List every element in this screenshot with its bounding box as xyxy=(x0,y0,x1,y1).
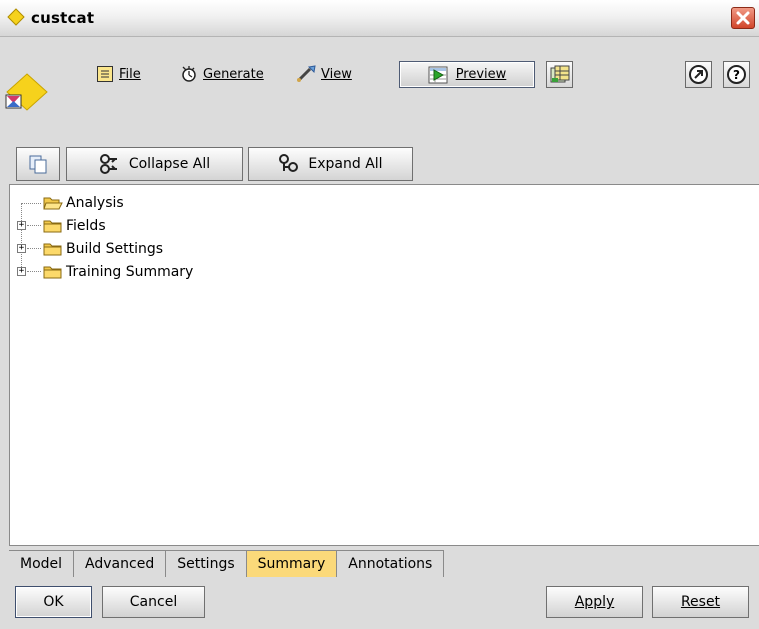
view-icon xyxy=(296,65,316,83)
reset-label: Reset xyxy=(680,594,721,610)
window-title: custcat xyxy=(31,9,95,27)
help-icon: ? xyxy=(727,65,746,84)
file-menu-label: File xyxy=(119,66,141,82)
tab-model[interactable]: Model xyxy=(9,551,75,577)
tree-item-label: Analysis xyxy=(66,195,124,211)
copy-icon xyxy=(29,155,47,174)
dialog-window: custcat File Generate View Preview ? Col… xyxy=(0,0,759,629)
help-button[interactable]: ? xyxy=(723,61,750,88)
generate-icon xyxy=(182,66,196,82)
table-output-icon xyxy=(550,65,569,82)
collapse-all-icon xyxy=(99,154,117,174)
close-button[interactable] xyxy=(731,7,755,29)
apply-button[interactable]: Apply xyxy=(546,586,643,618)
tree-item-label: Fields xyxy=(66,218,106,234)
toolbar-area: File Generate View Preview ? Collapse Al… xyxy=(0,37,759,181)
close-icon xyxy=(736,11,750,25)
tree-item-fields[interactable]: Fields xyxy=(10,215,310,237)
tab-label: Annotations xyxy=(348,556,433,572)
expand-all-button[interactable]: Expand All xyxy=(248,147,413,181)
preview-icon xyxy=(428,66,448,83)
title-bar[interactable]: custcat xyxy=(0,0,759,37)
tree-item-label: Training Summary xyxy=(66,264,194,280)
tab-label: Summary xyxy=(257,556,326,572)
expand-all-icon xyxy=(279,154,299,172)
view-menu[interactable]: View xyxy=(296,61,352,87)
tab-advanced[interactable]: Advanced xyxy=(74,551,167,577)
reset-button[interactable]: Reset xyxy=(652,586,749,618)
tab-label: Model xyxy=(20,556,63,572)
copy-button[interactable] xyxy=(16,147,60,181)
apply-label: Apply xyxy=(574,594,615,610)
tree-item-analysis[interactable]: Analysis xyxy=(10,192,310,214)
tree-item-training-summary[interactable]: Training Summary xyxy=(10,261,310,283)
tab-label: Advanced xyxy=(85,556,155,572)
file-menu-icon xyxy=(97,66,113,82)
view-menu-label: View xyxy=(321,66,352,82)
expand-all-label: Expand All xyxy=(308,156,383,172)
add-to-stream-button[interactable] xyxy=(546,61,573,88)
open-folder-icon xyxy=(43,197,63,210)
cancel-label: Cancel xyxy=(129,594,178,610)
collapse-all-label: Collapse All xyxy=(128,156,211,172)
folder-icon xyxy=(43,243,62,256)
cancel-button[interactable]: Cancel xyxy=(102,586,205,618)
folder-icon xyxy=(43,220,62,233)
ok-button[interactable]: OK xyxy=(15,586,92,618)
generate-menu[interactable]: Generate xyxy=(180,61,264,87)
diamond-icon xyxy=(6,7,26,31)
generate-menu-label: Generate xyxy=(203,66,264,82)
folder-icon xyxy=(43,266,62,279)
tab-strip: Model Advanced Settings Summary Annotati… xyxy=(9,550,445,577)
tab-summary[interactable]: Summary xyxy=(246,551,338,577)
file-menu[interactable]: File xyxy=(96,61,141,87)
tab-settings[interactable]: Settings xyxy=(166,551,247,577)
preview-label: Preview xyxy=(455,67,507,82)
model-node-icon xyxy=(3,70,49,120)
ok-label: OK xyxy=(43,594,64,610)
tree-item-build-settings[interactable]: Build Settings xyxy=(10,238,310,260)
collapse-all-button[interactable]: Collapse All xyxy=(66,147,243,181)
tab-label: Settings xyxy=(177,556,235,572)
arrow-up-right-icon xyxy=(689,65,708,84)
tree-item-label: Build Settings xyxy=(66,241,164,257)
maximize-button[interactable] xyxy=(685,61,712,88)
tab-annotations[interactable]: Annotations xyxy=(337,551,445,577)
preview-button[interactable]: Preview xyxy=(399,61,535,88)
summary-tree[interactable]: Analysis + Fields + Build Settings + Tra… xyxy=(9,184,759,546)
